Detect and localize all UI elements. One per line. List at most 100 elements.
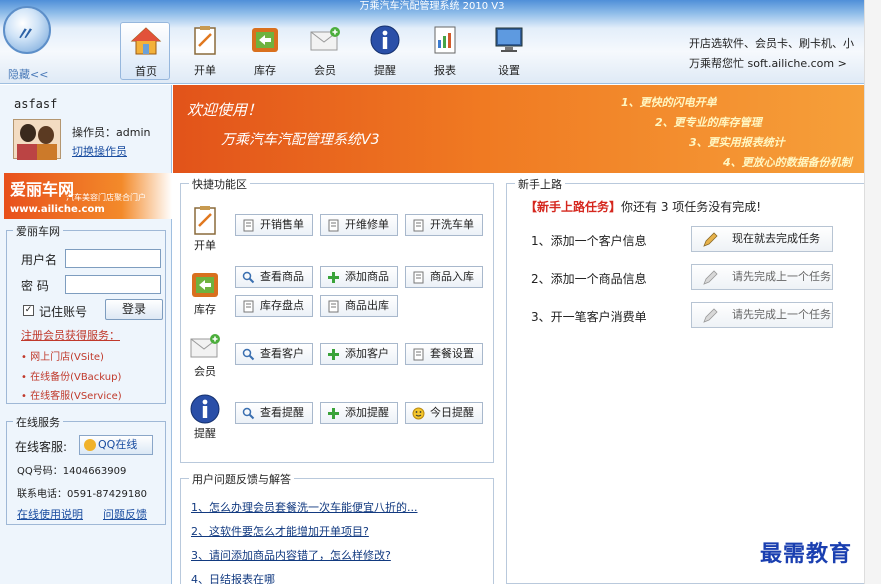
info-icon <box>370 25 400 55</box>
document-icon <box>243 219 254 232</box>
service-vservice[interactable]: • 在线客服(VService) <box>21 387 122 402</box>
feature-3: 3、更实用报表统计 <box>689 136 785 149</box>
hide-sidebar-link[interactable]: 隐藏<< <box>8 66 48 82</box>
add-goods-label: 添加商品 <box>345 270 389 283</box>
nav-order-button[interactable]: 开单 <box>180 22 230 80</box>
nav-remind-button[interactable]: 提醒 <box>360 22 410 80</box>
top-toolbar: 万乘汽车汽配管理系统 2010 V3 〃 隐藏<< 首页 开单 库存 会员 提醒… <box>0 0 864 84</box>
nav-settings-button[interactable]: 设置 <box>484 22 534 80</box>
promo-line-1[interactable]: 开店选软件、会员卡、刷卡机、小 <box>689 35 854 51</box>
brand-url: www.ailiche.com <box>10 204 105 215</box>
stock-count-label: 库存盘点 <box>260 299 304 312</box>
member-icon <box>190 334 220 358</box>
view-customers-button[interactable]: 查看客户 <box>235 343 313 365</box>
order-icon <box>194 206 216 235</box>
today-reminders-label: 今日提醒 <box>430 406 474 419</box>
remember-label: 记住账号 <box>39 305 88 319</box>
username-label: 用户名 <box>21 253 58 267</box>
newbie-panel: 新手上路 【新手上路任务】你还有 3 项任务没有完成! 1、添加一个客户信息 现… <box>506 176 864 584</box>
logo-mark: 〃 <box>15 24 33 45</box>
switch-operator-link[interactable]: 切换操作员 <box>72 143 127 159</box>
add-reminder-label: 添加提醒 <box>345 406 389 419</box>
login-button[interactable]: 登录 <box>105 299 163 320</box>
goods-outbound-button[interactable]: 商品出库 <box>320 295 398 317</box>
open-repair-order-button[interactable]: 开维修单 <box>320 214 398 236</box>
task-3-button[interactable]: 请先完成上一个任务 <box>691 302 833 328</box>
nav-stock-button[interactable]: 库存 <box>240 22 290 80</box>
quick-group-member-label: 会员 <box>194 365 216 378</box>
feature-2: 2、更专业的库存管理 <box>655 116 762 129</box>
newbie-task-tag: 【新手上路任务】 <box>525 200 622 214</box>
clipboard-icon <box>194 26 216 55</box>
add-customer-button[interactable]: 添加客户 <box>320 343 398 365</box>
task-2-label: 2、添加一个商品信息 <box>531 272 647 286</box>
report-icon <box>434 26 456 54</box>
online-help-link[interactable]: 在线使用说明 <box>17 506 83 522</box>
pencil-icon <box>703 270 718 285</box>
goods-inbound-label: 商品入库 <box>430 270 474 283</box>
online-service-legend: 在线服务 <box>13 414 63 430</box>
document-icon <box>413 271 424 284</box>
contact-phone: 联系电话：0591-87429180 <box>17 489 147 500</box>
view-reminders-button[interactable]: 查看提醒 <box>235 402 313 424</box>
view-goods-button[interactable]: 查看商品 <box>235 266 313 288</box>
document-icon <box>328 219 339 232</box>
today-reminders-button[interactable]: 今日提醒 <box>405 402 483 424</box>
operator-label: 操作员：admin <box>72 126 151 139</box>
monitor-icon <box>495 27 523 52</box>
faq-legend: 用户问题反馈与解答 <box>189 471 294 487</box>
login-legend: 爱丽车网 <box>13 223 63 239</box>
pencil-icon <box>703 308 718 323</box>
nav-member-label: 会员 <box>314 64 336 77</box>
feature-4: 4、更放心的数据备份机制 <box>723 156 852 169</box>
document-icon <box>328 300 339 313</box>
envelope-icon <box>310 27 340 51</box>
nav-settings-label: 设置 <box>498 64 520 77</box>
newbie-legend: 新手上路 <box>515 176 565 192</box>
quick-functions-legend: 快捷功能区 <box>189 176 250 192</box>
stock-count-button[interactable]: 库存盘点 <box>235 295 313 317</box>
register-link[interactable]: 注册会员获得服务： <box>21 327 120 343</box>
task-1-button-label: 现在就去完成任务 <box>732 232 820 245</box>
brand-name: 爱丽车网 <box>10 180 75 199</box>
nav-member-button[interactable]: 会员 <box>300 22 350 80</box>
promo-line-2[interactable]: 万乘帮您忙 soft.ailiche.com > <box>689 55 847 71</box>
username-input[interactable] <box>65 249 161 268</box>
nav-remind-label: 提醒 <box>374 64 396 77</box>
feedback-link[interactable]: 问题反馈 <box>103 506 147 522</box>
service-vsite[interactable]: • 网上门店(VSite) <box>21 348 104 363</box>
pencil-icon <box>703 232 718 247</box>
online-service-panel: 在线服务 在线客服: QQ在线 QQ号码：1404663909 联系电话：059… <box>6 414 166 525</box>
remember-checkbox[interactable]: ✓ <box>23 305 34 316</box>
faq-item-2[interactable]: 2、这软件要怎么才能增加开单项目? <box>191 523 369 539</box>
view-customers-label: 查看客户 <box>260 347 304 360</box>
nav-home-button[interactable]: 首页 <box>120 22 170 80</box>
password-label: 密 码 <box>21 279 49 293</box>
brand-banner[interactable]: 爱丽车网 汽车美容门店聚合门户 www.ailiche.com <box>4 173 172 219</box>
welcome-banner: 欢迎使用！ 万乘汽车汽配管理系统V3 1、更快的闪电开单 2、更专业的库存管理 … <box>173 85 864 173</box>
package-settings-button[interactable]: 套餐设置 <box>405 343 483 365</box>
faq-item-3[interactable]: 3、请问添加商品内容错了，怎么样修改? <box>191 547 391 563</box>
task-3-button-label: 请先完成上一个任务 <box>732 308 831 321</box>
faq-item-4[interactable]: 4、日结报表在哪 <box>191 571 275 584</box>
welcome-text: 欢迎使用！ <box>187 101 263 119</box>
faq-panel: 用户问题反馈与解答 1、怎么办理会员套餐洗一次车能便宜八折的... 2、这软件要… <box>180 471 494 584</box>
password-input[interactable] <box>65 275 161 294</box>
quick-functions-panel: 快捷功能区 开单 开销售单 开维修单 开洗车单 库存 查看商品 添加商品 商品入… <box>180 176 494 463</box>
task-2-button[interactable]: 请先完成上一个任务 <box>691 264 833 290</box>
add-goods-button[interactable]: 添加商品 <box>320 266 398 288</box>
remind-icon <box>190 394 220 424</box>
document-icon <box>243 300 254 313</box>
open-sales-order-button[interactable]: 开销售单 <box>235 214 313 236</box>
qq-online-button[interactable]: QQ在线 <box>79 435 153 455</box>
newbie-task-remaining: 你还有 3 项任务没有完成! <box>621 200 762 214</box>
open-wash-order-button[interactable]: 开洗车单 <box>405 214 483 236</box>
nav-report-button[interactable]: 报表 <box>420 22 470 80</box>
goods-inbound-button[interactable]: 商品入库 <box>405 266 483 288</box>
faq-item-1[interactable]: 1、怎么办理会员套餐洗一次车能便宜八折的... <box>191 499 418 515</box>
vertical-scrollbar[interactable] <box>864 0 881 584</box>
task-1-button[interactable]: 现在就去完成任务 <box>691 226 833 252</box>
watermark-text: 最需教育 <box>760 541 853 567</box>
add-reminder-button[interactable]: 添加提醒 <box>320 402 398 424</box>
service-vbackup[interactable]: • 在线备份(VBackup) <box>21 368 121 383</box>
